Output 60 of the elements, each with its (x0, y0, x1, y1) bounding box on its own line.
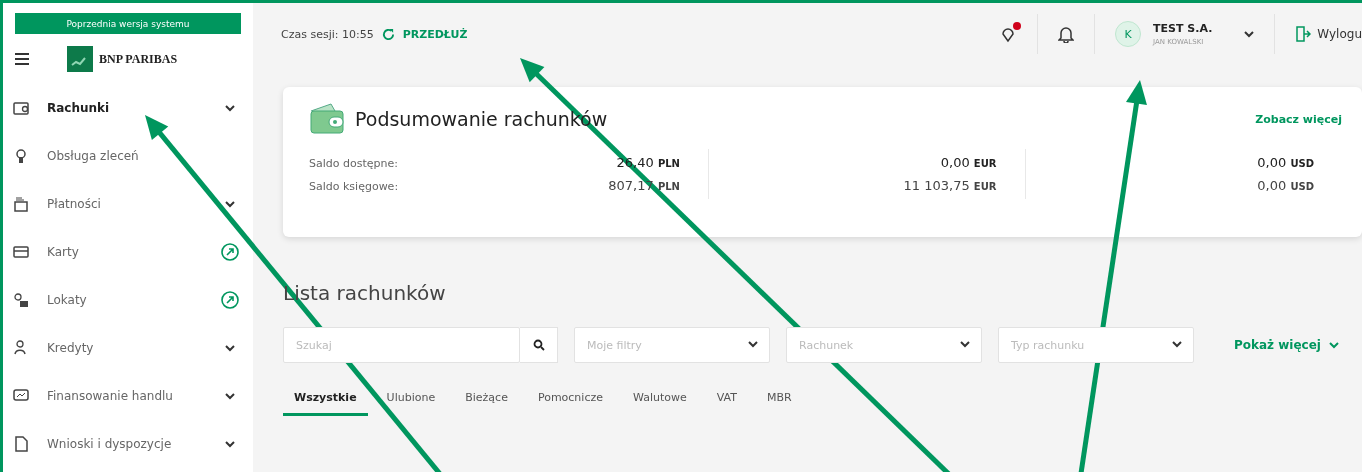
door-icon (1295, 26, 1312, 42)
search-icon (532, 339, 545, 351)
logout-button[interactable]: Wylogu (1295, 26, 1362, 42)
sidebar-item[interactable]: Finansowanie handlu (13, 372, 243, 420)
search-button[interactable] (520, 327, 558, 363)
chevron-down-icon (225, 104, 235, 112)
card-icon (13, 244, 29, 260)
external-link-icon (221, 291, 239, 309)
available-balance-label: Saldo dostępne: (309, 157, 399, 170)
people-icon (13, 340, 29, 356)
notification-dot (1013, 22, 1022, 30)
extend-session-link[interactable]: PRZEDŁUŻ (402, 27, 468, 41)
account-tab[interactable]: MBR (755, 383, 803, 416)
document-icon (13, 436, 29, 452)
bell-icon[interactable] (1058, 25, 1075, 43)
booked-balance-label: Saldo księgowe: (309, 180, 400, 193)
filter-dropdown[interactable]: Rachunek (786, 327, 982, 363)
chevron-down-icon (225, 440, 235, 448)
account-tab[interactable]: Ulubione (375, 383, 447, 416)
chevron-down-icon (225, 344, 235, 352)
sidebar-item[interactable]: Rachunki (13, 84, 243, 132)
filter-dropdown[interactable]: Typ rachunku (998, 327, 1194, 363)
wallet-icon (309, 103, 345, 135)
sidebar-item[interactable]: Obsługa zleceń (13, 132, 243, 180)
filter-dropdown[interactable]: Moje filtry (574, 327, 770, 363)
monitor-chart-icon (13, 388, 29, 404)
previous-version-button[interactable]: Poprzednia wersja systemu (15, 13, 241, 34)
chevron-down-icon (1172, 341, 1182, 348)
menu-icon[interactable] (15, 53, 29, 65)
chevron-down-icon (1329, 341, 1339, 349)
chevron-down-icon (225, 200, 235, 208)
chevron-down-icon (225, 392, 235, 400)
sidebar-item[interactable]: Płatności (13, 180, 243, 228)
booked-balance: 11 103,75 EUR (903, 178, 997, 193)
account-tab[interactable]: Wszystkie (283, 383, 368, 416)
account-tab[interactable]: Bieżące (454, 383, 519, 416)
sidebar-item[interactable]: Wnioski i dyspozycje (13, 420, 243, 468)
external-link-icon (221, 243, 239, 261)
chevron-down-icon (1244, 30, 1255, 38)
refresh-icon (381, 27, 395, 41)
search-field[interactable]: Szukaj (283, 327, 520, 363)
available-balance: 0,00 EUR (940, 155, 997, 170)
logo-icon (67, 46, 93, 72)
account-tab[interactable]: Pomocnicze (526, 383, 614, 416)
chevron-down-icon (748, 341, 758, 348)
logo-text: BNP PARIBAS (99, 51, 178, 67)
account-tab[interactable]: Walutowe (622, 383, 698, 416)
avatar: K (1115, 21, 1142, 47)
available-balance: 0,00 USD (1257, 155, 1314, 170)
session-timer: Czas sesji: 10:55 (281, 27, 374, 41)
sidebar-item[interactable]: Kredyty (13, 324, 243, 372)
wallet-icon (13, 100, 29, 116)
account-tab[interactable]: VAT (705, 383, 748, 416)
booked-balance: 0,00 USD (1257, 178, 1314, 193)
show-more-button[interactable]: Pokaż więcej (1228, 337, 1345, 353)
chevron-down-icon (960, 341, 970, 348)
company-name: TEST S.A. (1153, 22, 1213, 35)
see-more-link[interactable]: Zobacz więcej (1255, 112, 1342, 126)
sidebar-item[interactable]: Karty (13, 228, 243, 276)
sidebar-item[interactable]: Lokaty (13, 276, 243, 324)
